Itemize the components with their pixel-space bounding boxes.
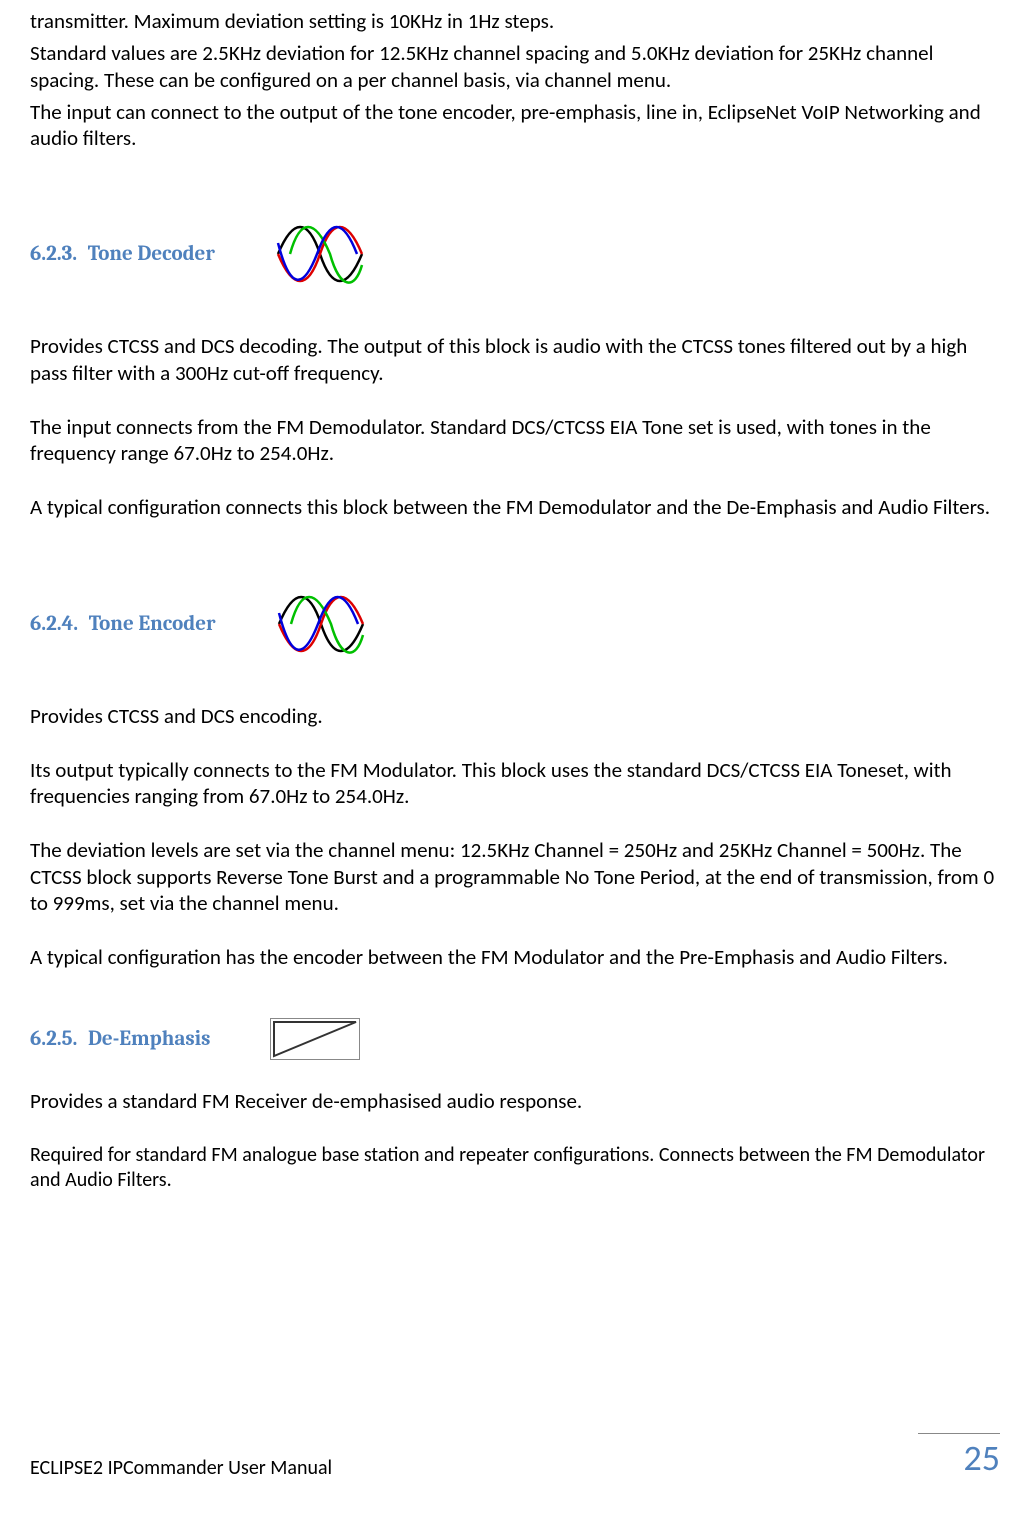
intro-paragraph-3: The input can connect to the output of t… [30, 99, 1000, 152]
intro-paragraph-2: Standard values are 2.5KHz deviation for… [30, 40, 1000, 93]
body-paragraph: Provides a standard FM Receiver de-empha… [30, 1088, 1000, 1114]
heading-title: De-Emphasis [88, 1027, 210, 1051]
sine-icon [275, 215, 365, 293]
triangle-icon [270, 1018, 360, 1060]
body-paragraph: A typical configuration has the encoder … [30, 944, 1000, 970]
intro-paragraph-1: transmitter. Maximum deviation setting i… [30, 8, 1000, 34]
page-content: transmitter. Maximum deviation setting i… [30, 0, 1000, 1193]
footer-doc-title: ECLIPSE2 IPCommander User Manual [30, 1456, 332, 1480]
body-paragraph: Provides CTCSS and DCS decoding. The out… [30, 333, 1000, 386]
section-heading-tone-encoder: 6.2.4. Tone Encoder [30, 585, 1000, 663]
body-paragraph: The deviation levels are set via the cha… [30, 837, 1000, 916]
sine-icon [276, 585, 366, 663]
heading-number: 6.2.3. [30, 242, 77, 266]
body-paragraph: The input connects from the FM Demodulat… [30, 414, 1000, 467]
heading-title: Tone Decoder [88, 242, 215, 266]
heading-text: 6.2.3. Tone Decoder [30, 242, 215, 266]
footer-page-number: 25 [964, 1436, 1001, 1480]
body-paragraph: Provides CTCSS and DCS encoding. [30, 703, 1000, 729]
page-footer: ECLIPSE2 IPCommander User Manual 25 [30, 1436, 1000, 1480]
heading-text: 6.2.4. Tone Encoder [30, 612, 216, 636]
heading-title: Tone Encoder [89, 612, 216, 636]
heading-text: 6.2.5. De-Emphasis [30, 1027, 210, 1051]
body-paragraph: A typical configuration connects this bl… [30, 494, 1000, 520]
section-heading-de-emphasis: 6.2.5. De-Emphasis [30, 1018, 1000, 1060]
footer-rule [918, 1433, 1000, 1434]
body-paragraph: Its output typically connects to the FM … [30, 757, 1000, 810]
section-heading-tone-decoder: 6.2.3. Tone Decoder [30, 215, 1000, 293]
heading-number: 6.2.4. [30, 612, 78, 636]
heading-number: 6.2.5. [30, 1027, 77, 1051]
body-paragraph: Required for standard FM analogue base s… [30, 1143, 1000, 1193]
